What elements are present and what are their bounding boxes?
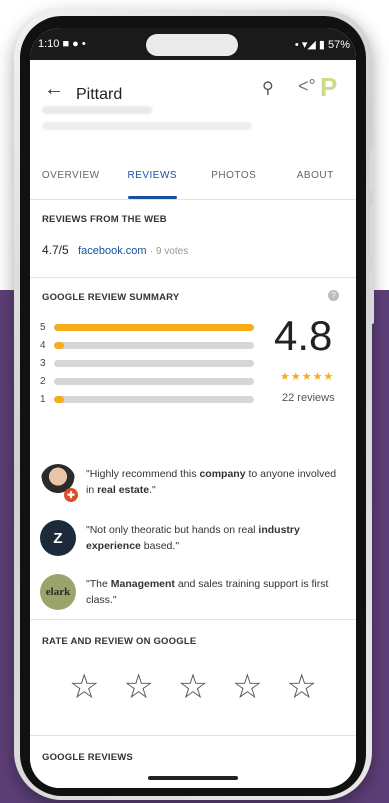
review-text: "Not only theoratic but hands on real in… (86, 522, 340, 554)
dynamic-island (146, 34, 238, 56)
status-bar: 1:10 ■ ● • • ▾◢ ▮ 57% (30, 28, 356, 60)
rating-stars: ★★★★★ (280, 371, 335, 383)
rate-heading: RATE AND REVIEW ON GOOGLE (42, 636, 197, 647)
bar-label: 2 (40, 375, 46, 387)
help-icon[interactable]: ? (328, 290, 339, 301)
bar-label: 5 (40, 321, 46, 333)
avatar: Z (40, 520, 76, 556)
review-snippet[interactable]: ✚ "Highly recommend this company to anyo… (40, 464, 340, 502)
text-part: "The (86, 578, 111, 590)
bar-row-1: 1 (40, 390, 260, 408)
tab-bar: OVERVIEW REVIEWS PHOTOS ABOUT (30, 156, 356, 200)
status-left: 1:10 ■ ● • (38, 38, 86, 50)
back-arrow-icon[interactable]: ← (44, 78, 64, 101)
power-button (370, 270, 374, 324)
bar-row-4: 4 (40, 336, 260, 354)
summary-heading: GOOGLE REVIEW SUMMARY (42, 292, 180, 303)
blurred-subtitle-row (42, 122, 252, 130)
text-part: "Not only theoratic but hands on real (86, 524, 259, 536)
web-review-row: 4.7/5 facebook.com · 9 votes (42, 243, 344, 257)
status-right: • ▾◢ ▮ 57% (295, 38, 350, 51)
avatar: elark (40, 574, 76, 610)
share-icon[interactable]: <° (298, 76, 316, 97)
review-snippet[interactable]: Z "Not only theoratic but hands on real … (40, 520, 340, 556)
text-part: based." (140, 540, 180, 552)
text-bold: real estate (97, 484, 150, 496)
web-score: 4.7/5 (42, 243, 69, 257)
text-part: ." (149, 484, 156, 496)
bar-row-2: 2 (40, 372, 260, 390)
review-count[interactable]: 22 reviews (282, 392, 335, 404)
bar-label: 4 (40, 339, 46, 351)
review-summary-section: GOOGLE REVIEW SUMMARY ? 5 4 3 2 1 4.8 ★★… (30, 278, 356, 620)
status-time: 1:10 (38, 38, 60, 50)
bar-fill (54, 341, 64, 349)
bar-track (54, 341, 254, 349)
tab-about[interactable]: ABOUT (275, 156, 357, 199)
volume-button (370, 150, 374, 190)
avatar: ✚ (40, 464, 78, 502)
battery-level: 57% (327, 38, 350, 51)
bar-track (54, 395, 254, 403)
bar-fill (54, 323, 254, 331)
text-bold: company (199, 468, 246, 480)
phone-screen: 1:10 ■ ● • • ▾◢ ▮ 57% ← Pittard ⚲ <° P O… (30, 28, 356, 788)
average-rating: 4.8 (274, 312, 333, 359)
bar-track (54, 359, 254, 367)
star-2-icon[interactable]: ☆ (123, 667, 153, 707)
bar-label: 1 (40, 393, 46, 405)
bar-row-3: 3 (40, 354, 260, 372)
blurred-rating-row (42, 106, 152, 114)
text-bold: Management (110, 578, 175, 590)
google-reviews-section: GOOGLE REVIEWS (30, 736, 356, 788)
volume-button-2 (370, 205, 374, 255)
tab-overview[interactable]: OVERVIEW (30, 156, 112, 199)
rate-review-section: RATE AND REVIEW ON GOOGLE ☆ ☆ ☆ ☆ ☆ (30, 620, 356, 736)
bar-fill (54, 395, 64, 403)
tab-reviews[interactable]: REVIEWS (112, 156, 194, 199)
text-part: "Highly recommend this (86, 468, 200, 480)
search-icon[interactable]: ⚲ (262, 78, 274, 98)
badge-icon: ✚ (64, 488, 78, 502)
home-indicator[interactable] (148, 776, 238, 780)
star-rating-input: ☆ ☆ ☆ ☆ ☆ (69, 667, 317, 707)
vote-count: · 9 votes (149, 246, 189, 257)
tab-photos[interactable]: PHOTOS (193, 156, 275, 199)
bar-label: 3 (40, 357, 46, 369)
brand-logo-icon: P (320, 72, 338, 102)
review-text: "The Management and sales training suppo… (86, 576, 340, 608)
review-snippet[interactable]: elark "The Management and sales training… (40, 574, 340, 610)
page-title: Pittard (76, 86, 123, 103)
review-text: "Highly recommend this company to anyone… (86, 466, 340, 498)
web-reviews-heading: REVIEWS FROM THE WEB (42, 214, 167, 225)
bar-track (54, 323, 254, 331)
star-1-icon[interactable]: ☆ (69, 667, 99, 707)
star-4-icon[interactable]: ☆ (232, 667, 262, 707)
signal-icon: • ▾◢ ▮ (294, 38, 325, 51)
star-5-icon[interactable]: ☆ (287, 667, 317, 707)
web-reviews-section: REVIEWS FROM THE WEB 4.7/5 facebook.com … (30, 200, 356, 278)
star-3-icon[interactable]: ☆ (178, 667, 208, 707)
facebook-link[interactable]: facebook.com (78, 245, 146, 257)
rating-distribution: 5 4 3 2 1 (40, 318, 260, 408)
google-reviews-heading: GOOGLE REVIEWS (42, 752, 133, 763)
bar-track (54, 377, 254, 385)
notification-icon: ■ ● • (62, 38, 86, 50)
bar-row-5: 5 (40, 318, 260, 336)
